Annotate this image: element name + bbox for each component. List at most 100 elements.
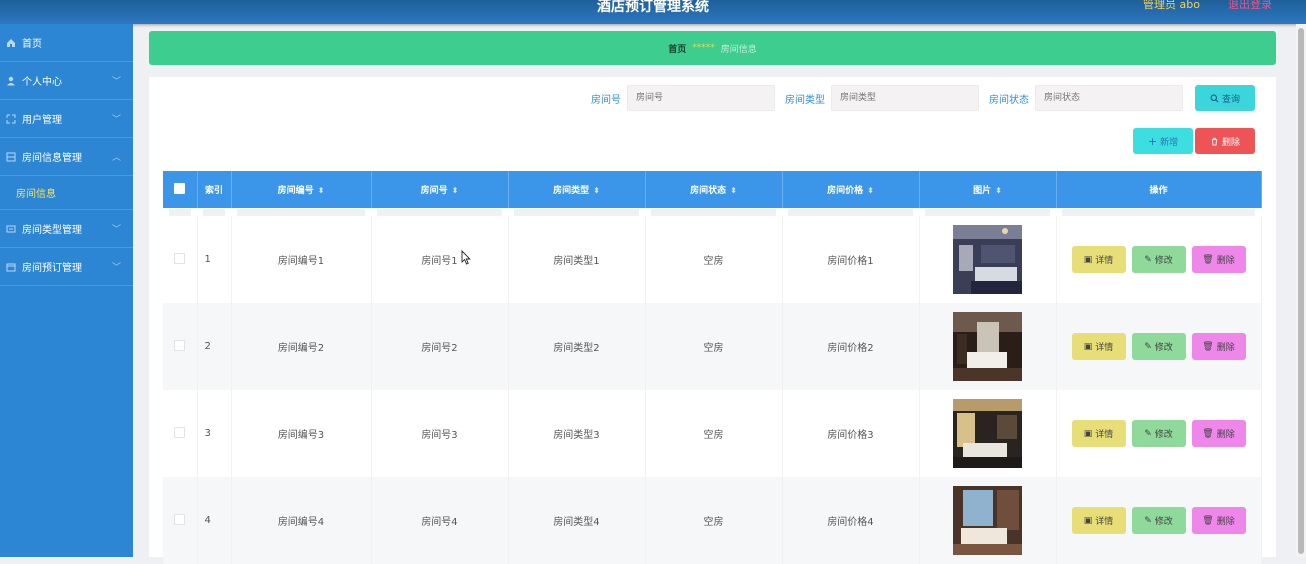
room-status-cell: 空房: [645, 477, 783, 564]
home-icon: [6, 38, 16, 48]
sidebar-item-label: 房间预订管理: [22, 263, 82, 274]
sort-icon[interactable]: ⬍: [318, 186, 325, 195]
users-icon: [6, 114, 16, 124]
actions-cell: ▣ 详情 ✎ 修改 🗑 删除: [1056, 216, 1262, 303]
room-type-label: 房间类型: [785, 94, 825, 106]
sort-icon[interactable]: ⬍: [730, 186, 737, 195]
trash-icon: 🗑: [1202, 428, 1214, 439]
add-button[interactable]: + 新增: [1133, 128, 1193, 154]
room-type-input[interactable]: [831, 85, 979, 111]
delete-button[interactable]: 🗑 删除: [1191, 420, 1246, 447]
room-no-cell: 房间号3: [371, 390, 509, 477]
sidebar-subitem-room-info[interactable]: 房间信息: [0, 176, 133, 210]
sort-icon[interactable]: ⬍: [995, 186, 1002, 195]
row-checkbox[interactable]: [174, 252, 186, 264]
room-no-cell: 房间号1: [371, 216, 509, 303]
column-header-actions: 操作: [1056, 171, 1262, 208]
detail-button[interactable]: ▣ 详情: [1071, 246, 1126, 273]
column-header-room-price[interactable]: 房间价格 ⬍: [782, 171, 920, 208]
breadcrumb-home[interactable]: 首页: [668, 42, 686, 55]
delete-button[interactable]: 🗑 删除: [1191, 333, 1246, 360]
query-button-label: 查询: [1221, 94, 1240, 105]
photo-cell: [919, 216, 1057, 303]
column-header-room-type[interactable]: 房间类型 ⬍: [508, 171, 646, 208]
room-type-cell: 房间类型3: [508, 390, 646, 477]
calendar-icon: [6, 262, 16, 272]
row-index: 1: [197, 216, 232, 303]
detail-icon: ▣: [1083, 515, 1093, 526]
room-photo[interactable]: [953, 225, 1022, 294]
select-all-checkbox[interactable]: [174, 182, 186, 194]
breadcrumb-separator: *****: [692, 43, 715, 53]
column-header-room-status[interactable]: 房间状态 ⬍: [645, 171, 783, 208]
table-row[interactable]: 4 房间编号4 房间号4 房间类型4 空房 房间价格4 ▣ 详情 ✎ 修改 🗑 …: [163, 477, 1262, 564]
detail-button[interactable]: ▣ 详情: [1071, 420, 1126, 447]
row-checkbox[interactable]: [174, 339, 186, 351]
sidebar-item-room-info[interactable]: 房间信息管理 ︿: [0, 138, 133, 176]
room-code-cell: 房间编号4: [231, 477, 372, 564]
sort-icon[interactable]: ⬍: [593, 186, 600, 195]
room-price-cell: 房间价格4: [782, 477, 920, 564]
sort-icon[interactable]: ⬍: [452, 186, 459, 195]
room-no-input[interactable]: [627, 85, 775, 111]
sidebar-item-users[interactable]: 用户管理 ﹀: [0, 100, 133, 138]
room-no-cell: 房间号4: [371, 477, 509, 564]
chevron-up-icon: ︿: [111, 153, 121, 163]
row-checkbox[interactable]: [174, 426, 186, 438]
sidebar-item-booking[interactable]: 房间预订管理 ﹀: [0, 248, 133, 286]
query-button[interactable]: 查询: [1195, 85, 1255, 111]
page-scrollbar[interactable]: [1296, 24, 1306, 557]
row-checkbox-cell: [163, 303, 198, 390]
room-photo[interactable]: [953, 399, 1022, 468]
room-no-cell: 房间号2: [371, 303, 509, 390]
table-row[interactable]: 2 房间编号2 房间号2 房间类型2 空房 房间价格2 ▣ 详情 ✎ 修改 🗑 …: [163, 303, 1262, 390]
table-separator: [163, 208, 1261, 216]
sidebar: 首页 个人中心 ﹀ 用户管理 ﹀ 房间信息管理 ︿ 房间信息 房间类型管理 ﹀ …: [0, 24, 133, 557]
edit-button[interactable]: ✎ 修改: [1131, 333, 1186, 360]
column-header-index: 索引: [197, 171, 232, 208]
grid-icon: [6, 152, 16, 162]
detail-button[interactable]: ▣ 详情: [1071, 507, 1126, 534]
room-status-input[interactable]: [1035, 85, 1183, 111]
delete-button[interactable]: 🗑 删除: [1191, 507, 1246, 534]
top-header: 酒店预订管理系统 管理员 abo 退出登录: [0, 0, 1306, 24]
search-icon: [1210, 94, 1219, 102]
room-no-label: 房间号: [591, 94, 621, 106]
room-price-cell: 房间价格1: [782, 216, 920, 303]
scrollbar-thumb[interactable]: [1298, 28, 1304, 554]
sort-icon[interactable]: ⬍: [867, 186, 874, 195]
row-checkbox-cell: [163, 216, 198, 303]
edit-button[interactable]: ✎ 修改: [1131, 246, 1186, 273]
photo-cell: [919, 303, 1057, 390]
detail-icon: ▣: [1083, 254, 1093, 265]
actions-cell: ▣ 详情 ✎ 修改 🗑 删除: [1056, 303, 1262, 390]
row-checkbox[interactable]: [174, 513, 186, 525]
trash-icon: 🗑: [1202, 515, 1214, 526]
detail-button[interactable]: ▣ 详情: [1071, 333, 1126, 360]
table-row[interactable]: 3 房间编号3 房间号3 房间类型3 空房 房间价格3 ▣ 详情 ✎ 修改 🗑 …: [163, 390, 1262, 477]
column-header-room-no[interactable]: 房间号 ⬍: [371, 171, 509, 208]
row-index: 4: [197, 477, 232, 564]
sidebar-item-label: 首页: [22, 39, 42, 50]
row-checkbox-cell: [163, 477, 198, 564]
sidebar-item-profile[interactable]: 个人中心 ﹀: [0, 62, 133, 100]
batch-delete-button[interactable]: 删除: [1195, 128, 1255, 154]
column-header-photo[interactable]: 图片 ⬍: [919, 171, 1057, 208]
room-photo[interactable]: [953, 486, 1022, 555]
chevron-down-icon: ﹀: [111, 263, 121, 273]
column-header-room-code[interactable]: 房间编号 ⬍: [231, 171, 372, 208]
batch-delete-label: 删除: [1221, 137, 1240, 148]
room-price-cell: 房间价格2: [782, 303, 920, 390]
edit-button[interactable]: ✎ 修改: [1131, 507, 1186, 534]
delete-button[interactable]: 🗑 删除: [1191, 246, 1246, 273]
logout-link[interactable]: 退出登录: [1228, 0, 1272, 12]
room-type-cell: 房间类型2: [508, 303, 646, 390]
room-status-cell: 空房: [645, 390, 783, 477]
table-row[interactable]: 1 房间编号1 房间号1 房间类型1 空房 房间价格1 ▣ 详情 ✎ 修改 🗑 …: [163, 216, 1262, 303]
sidebar-item-room-type[interactable]: 房间类型管理 ﹀: [0, 210, 133, 248]
row-index: 3: [197, 390, 232, 477]
sidebar-item-home[interactable]: 首页: [0, 24, 133, 62]
room-photo[interactable]: [953, 312, 1022, 381]
main-content: 首页 ***** 房间信息 房间号 房间类型 房间状态 查询 + 新增 删除: [149, 31, 1276, 564]
edit-button[interactable]: ✎ 修改: [1131, 420, 1186, 447]
